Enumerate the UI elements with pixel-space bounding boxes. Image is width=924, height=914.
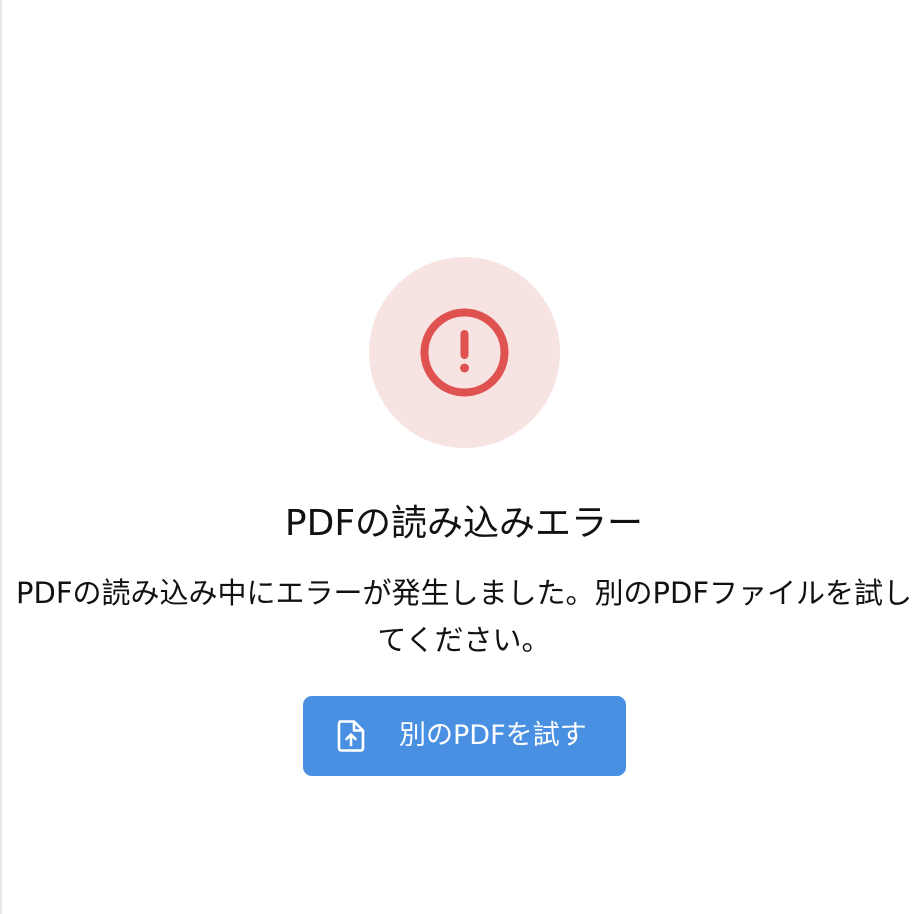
file-upload-icon [337, 720, 365, 752]
error-title: PDFの読み込みエラー [284, 503, 644, 544]
try-another-pdf-button[interactable]: 別のPDFを試す [303, 696, 626, 776]
error-icon-badge [369, 257, 560, 448]
error-screen: PDFの読み込みエラー PDFの読み込み中にエラーが発生しました。別のPDFファ… [0, 0, 924, 914]
error-message: PDFの読み込み中にエラーが発生しました。別のPDFファイルを試してください。 [16, 576, 912, 657]
alert-circle-icon [420, 308, 509, 397]
try-another-pdf-label: 別のPDFを試す [399, 720, 587, 751]
